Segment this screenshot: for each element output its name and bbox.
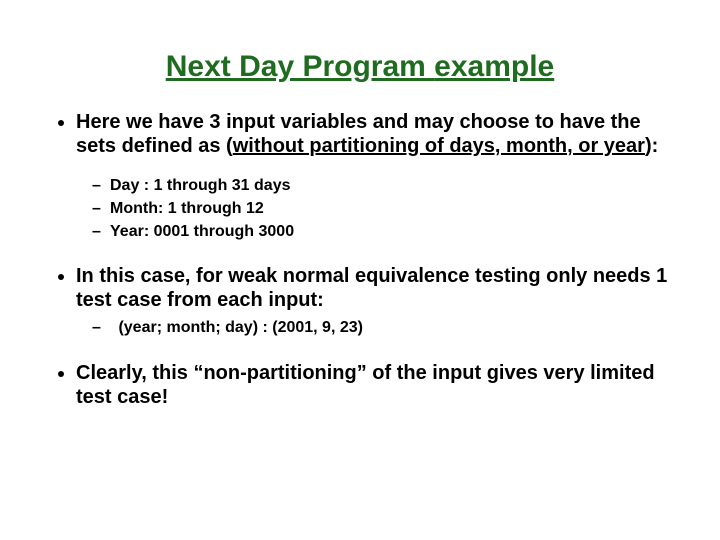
bullet-2: In this case, for weak normal equivalenc… — [76, 264, 680, 339]
bullet-1-sub-month: Month: 1 through 12 — [110, 199, 680, 220]
bullet-1-sub-day: Day : 1 through 31 days — [110, 176, 680, 197]
bullet-1-text: Here we have 3 input variables and may c… — [76, 111, 658, 157]
bullet-2-subs: (year; month; day) : (2001, 9, 23) — [76, 318, 680, 339]
bullet-1-subs: Day : 1 through 31 days Month: 1 through… — [76, 176, 680, 242]
slide: Next Day Program example Here we have 3 … — [0, 0, 720, 540]
bullet-2-text: In this case, for weak normal equivalenc… — [76, 265, 667, 311]
bullet-1-under: without partitioning of days, month, or … — [233, 135, 645, 157]
bullet-1-sub-year: Year: 0001 through 3000 — [110, 222, 680, 243]
bullet-2-sub-tuple: (year; month; day) : (2001, 9, 23) — [110, 318, 680, 339]
bullet-1-post: ): — [645, 135, 658, 157]
bullet-3-text: Clearly, this “non-partitioning” of the … — [76, 362, 655, 408]
slide-title: Next Day Program example — [40, 50, 680, 84]
bullet-1: Here we have 3 input variables and may c… — [76, 110, 680, 242]
bullet-3: Clearly, this “non-partitioning” of the … — [76, 361, 680, 409]
bullet-list: Here we have 3 input variables and may c… — [40, 110, 680, 409]
title-part1: Next Day Program — [166, 50, 434, 83]
title-part2: example — [434, 50, 554, 83]
